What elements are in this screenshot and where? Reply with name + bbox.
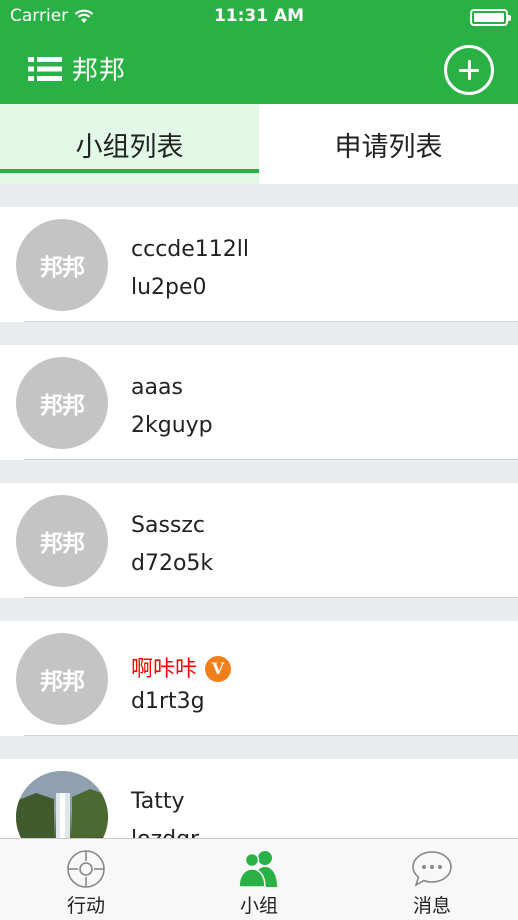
tabbar-label: 消息 [412,895,451,917]
avatar [16,771,108,838]
app-header: Carrier 11:31 AM 邦邦 [0,0,518,104]
group-name: aaas [131,375,183,400]
row-divider [24,321,518,322]
list-item[interactable]: Tatty lozdqr [0,759,518,838]
group-list: 邦邦 cccde112ll lu2pe0 邦邦 aaas 2kguyp 邦邦 S… [0,184,518,838]
group-code: lu2pe0 [131,275,207,300]
tab-group-list[interactable]: 小组列表 [0,104,259,184]
list-item[interactable]: 邦邦 啊咔咔 V d1rt3g [0,621,518,736]
group-code: lozdqr [131,827,199,838]
tabbar-item-group[interactable]: 小组 [173,839,345,920]
avatar: 邦邦 [16,357,108,449]
avatar: 邦邦 [16,219,108,311]
vip-badge-icon: V [205,656,232,682]
group-name: Sasszc [131,513,206,538]
menu-button[interactable]: 邦邦 [28,50,126,87]
bottom-tab-bar: 行动 小组 消息 [0,838,518,920]
segment-tabs: 小组列表 申请列表 [0,104,518,184]
row-divider [24,597,518,598]
tabbar-label: 小组 [239,895,278,917]
avatar-placeholder-text: 邦邦 [40,393,85,419]
battery-icon [470,9,511,26]
tabbar-item-action[interactable]: 行动 [0,839,172,920]
compass-icon [67,850,105,888]
avatar-placeholder-text: 邦邦 [40,531,85,557]
status-bar: Carrier 11:31 AM [0,0,518,34]
group-name: 啊咔咔 [131,657,198,682]
avatar-placeholder-text: 邦邦 [40,255,85,281]
tabbar-item-messages[interactable]: 消息 [346,839,518,920]
add-group-button[interactable] [444,45,494,95]
group-code: d1rt3g [131,689,205,714]
list-icon [28,56,62,81]
group-icon [238,851,277,888]
group-code: d72o5k [131,551,214,576]
avatar: 邦邦 [16,633,108,725]
row-divider [24,459,518,460]
nav-title: 邦邦 [72,56,127,86]
row-divider [24,735,518,736]
group-name: cccde112ll [131,237,250,262]
list-item[interactable]: 邦邦 aaas 2kguyp [0,345,518,460]
tabbar-label: 行动 [66,895,105,917]
group-code: 2kguyp [131,413,213,438]
avatar-placeholder-text: 邦邦 [40,669,85,695]
waterfall-photo [16,771,108,838]
list-item[interactable]: 邦邦 cccde112ll lu2pe0 [0,207,518,322]
status-time: 11:31 AM [213,6,305,26]
avatar: 邦邦 [16,495,108,587]
tab-application-list[interactable]: 申请列表 [259,104,518,184]
chat-bubble-icon [412,851,452,887]
group-name: Tatty [131,789,185,814]
list-item[interactable]: 邦邦 Sasszc d72o5k [0,483,518,598]
group-name-row: 啊咔咔 V [131,651,232,683]
